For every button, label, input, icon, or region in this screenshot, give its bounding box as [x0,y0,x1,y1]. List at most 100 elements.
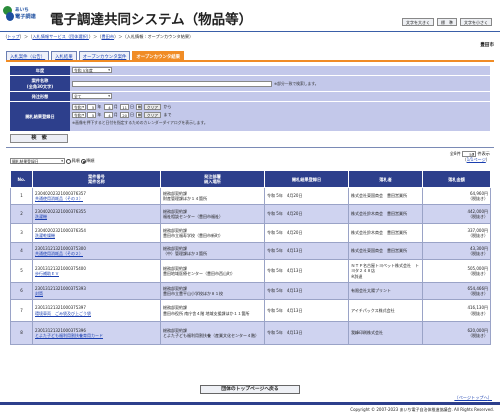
cell-dept: 総務部契約課 福祉相談センター（豊田市福祉） [160,204,265,224]
per-page-select[interactable]: 50 [462,151,477,157]
table-row: 7 23013121321000375397 環境車両 ごみ袋及び上ごう袋 総務部契約… [10,299,491,322]
order-type-select[interactable]: 全て [72,93,112,99]
page-top-link[interactable]: （ページトップへ） [454,395,492,401]
total-count: 全8件 [449,151,461,156]
tab-bid-results[interactable]: 入札結果 [51,51,77,60]
from-year-input[interactable]: 5 [87,104,97,110]
case-id: 23040202321000376357 [35,190,86,196]
cell-date: 令和 5年 4月20日 [264,223,349,243]
cell-dept: 総務部契約課 豊田市役所 南庁舎４階 地域支援課ほか１１箇所 [160,299,265,322]
tab-bid-cases[interactable]: 入札案件（公告） [6,51,50,60]
vendor-name: 有限会社太陽プリント [351,288,391,294]
logo-mark-icon [3,6,14,22]
dept-name: 総務部契約課 [163,227,187,233]
sort-key-select[interactable]: 開札結果登録日 [10,158,65,164]
amount-value: 620,000円 [467,327,488,333]
amount-tax-note: （税抜き） [468,214,488,219]
breadcrumb-org[interactable]: 豊田市 [101,34,114,39]
case-id: 23040202321000376354 [35,227,86,233]
logo[interactable]: あいち 電子調達 [3,5,41,27]
to-calendar-icon[interactable]: ▦ [136,112,143,118]
tab-open-counter-cases[interactable]: オープンカウンタ案件 [78,51,131,60]
year-select[interactable]: 令和 5年度 [72,67,112,73]
table-row: 2 23040202321000376355 洗濯機 総務部契約課 福祉相談センター（豊… [10,204,491,224]
delivery-place: 財産管理課ほか１４箇所 [163,196,207,201]
cell-date: 令和 5年 4月20日 [264,187,349,205]
cell-date: 令和 5年 4月13日 [264,242,349,260]
case-name-link[interactable]: 洗濯乾燥機 [35,233,55,238]
cell-vendor: アイチパックス株式会社 [348,299,423,322]
search-form: 年度 令和 5年度 案件名称(全角30文字) ※部分一致で検索します。 発注形態… [10,66,490,132]
label-year: 年度 [10,66,70,75]
sort-bar: 開札結果登録日 昇順 降順 [10,158,94,164]
to-month-input[interactable]: 4 [103,112,113,118]
from-calendar-icon[interactable]: ▦ [136,104,143,110]
from-clear-button[interactable]: クリア [143,104,162,110]
tab-open-counter-results[interactable]: オープンカウンタ結果 [132,51,185,60]
tab-underline [6,60,494,62]
page-indicator[interactable]: 1/1ページ [467,157,486,162]
cell-dept: 総務部契約課 豊田地域医療センター（豊田市西山町） [160,259,265,283]
amount-tax-note: （税抜き） [468,310,488,316]
cell-dept: 総務部契約課 （中）管理課ほか３箇所 [160,242,265,260]
search-button[interactable]: 検 索 [10,134,68,143]
cell-dept: 総務部契約課 豊田市立豊平山小学校ほか８１校 [160,282,265,300]
font-normal-button[interactable]: 標 準 [437,18,457,26]
case-name-link[interactable]: 共通使用消耗品（その２） [35,251,83,256]
from-month-input[interactable]: 4 [103,104,113,110]
breadcrumb: （トップ）＞（入札情報サービス（団体選択））＞（豊田市）＞（入札情報 : オープ… [3,34,194,39]
cell-case: 23040202321000376357 共通使用消耗品（その３） [32,187,161,205]
sort-asc-radio[interactable] [66,158,72,164]
to-clear-button[interactable]: クリア [143,112,162,118]
font-larger-button[interactable]: 文字を大きく [402,18,434,26]
cell-case: 23040202321000376354 洗濯乾燥機 [32,223,161,243]
th-case: 案件番号 案件名称 [32,170,161,188]
cell-dept: 総務部契約課 財産管理課ほか１４箇所 [160,187,265,205]
cell-date: 令和 5年 4月13日 [264,259,349,283]
to-year-input[interactable]: 5 [87,112,97,118]
case-name-link[interactable]: 環境車両 ごみ袋及び上ごう袋 [35,311,91,316]
cell-case: 23013121321000375397 環境車両 ごみ袋及び上ごう袋 [32,299,161,322]
cell-vendor: 株式会社鈴木商会 豊田営業所 [348,223,423,243]
cell-vendor: 我峰印刷株式会社 [348,321,423,345]
vendor-name: 株式会社東国商会 豊田営業所 [351,248,407,254]
label-open-date: 開札結果登録日 [10,102,70,131]
to-era-select[interactable]: 令和 [72,112,86,118]
font-smaller-button[interactable]: 文字を小さく [460,18,492,26]
cell-no: 8 [10,321,33,345]
cell-vendor: 株式会社東国商会 豊田営業所 [348,187,423,205]
cell-no: 3 [10,223,33,243]
cell-amount: 654,466円 （税抜き） [422,282,491,300]
cell-vendor: 有限会社太陽プリント [348,282,423,300]
case-name-link[interactable]: とよた子ども福利用割扶養育用カード [35,333,103,338]
vendor-name: 株式会社鈴木商会 豊田営業所 [351,211,407,217]
table-row: 3 23040202321000376354 洗濯乾燥機 総務部契約課 豊田市立福寿学校… [10,223,491,243]
amount-value: 442,000円 [467,208,488,214]
delivery-place: （中）管理課ほか３箇所 [163,251,207,256]
from-era-select[interactable]: 令和 [72,104,86,110]
vendor-name: 我峰印刷株式会社 [351,330,383,336]
case-name-link[interactable]: 封筒 [35,291,43,296]
back-to-org-top-button[interactable]: 団体のトップページへ戻る [200,385,300,394]
breadcrumb-top[interactable]: トップ [7,34,20,39]
dept-name: 総務部契約課 [163,208,187,214]
vendor-name: アイチパックス株式会社 [351,307,395,313]
case-name-link[interactable]: 歩行補助ＥＶ [35,271,59,276]
delivery-place: 豊田市役所 南庁舎４階 地域支援課ほか１１箇所 [163,310,250,316]
from-day-input[interactable]: 11 [120,104,130,110]
cell-amount: 620,000円 （税抜き） [422,321,491,345]
case-name-link[interactable]: 共通使用消耗品（その３） [35,196,83,201]
breadcrumb-service[interactable]: 入札情報サービス（団体選択） [32,34,89,39]
case-name-input[interactable] [72,80,272,87]
row-case-name: 案件名称 (全角30文字) ※部分一致で検索します。 [10,76,490,92]
date-from-row: 令和 5年 4月 11日 ▦ クリア から [72,104,488,112]
case-name-link[interactable]: 洗濯機 [35,214,47,219]
cell-no: 5 [10,259,33,283]
to-day-input[interactable]: 20 [120,112,130,118]
th-dept: 発注部署 納入場所 [160,170,265,188]
cell-case: 23013121321000375400 歩行補助ＥＶ [32,259,161,283]
cell-case: 23013121321000375300 共通使用消耗品（その２） [32,242,161,260]
cell-no: 4 [10,242,33,260]
footer: Copyright © 2007-2023 あいち電子自治体推進協議会. All… [0,402,500,418]
sort-desc-radio[interactable] [81,158,87,164]
